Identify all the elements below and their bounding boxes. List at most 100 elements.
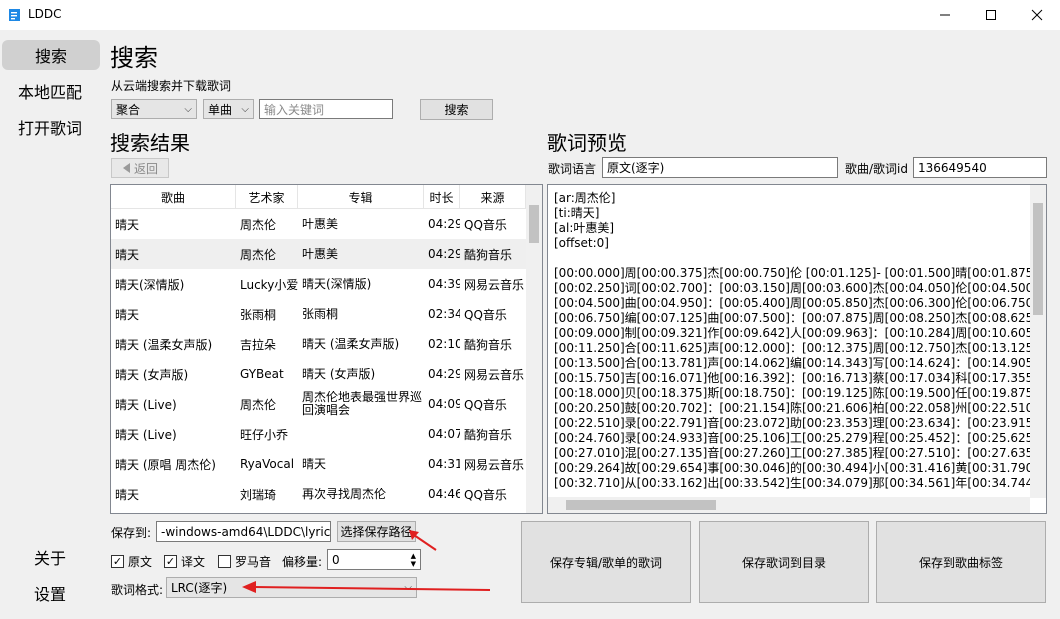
- title-bar: LDDC: [0, 0, 1060, 30]
- minimize-button[interactable]: [922, 0, 968, 30]
- keyword-input[interactable]: 输入关键词: [259, 99, 393, 119]
- back-button-label: 返回: [133, 161, 158, 176]
- sidebar-item-settings[interactable]: 设置: [0, 578, 100, 608]
- cell-artist: RyaVocal: [240, 457, 295, 471]
- cell-album: 叶惠美: [302, 247, 339, 261]
- offset-value: 0: [332, 552, 340, 567]
- results-scrollbar[interactable]: [526, 185, 542, 513]
- lyrics-format-value: LRC(逐字): [171, 581, 228, 595]
- song-id-label: 歌曲/歌词id: [845, 162, 908, 176]
- column-header-song[interactable]: 歌曲: [111, 185, 236, 209]
- table-row[interactable]: 晴天 周杰伦 叶惠美 04:29 QQ音乐: [111, 209, 526, 239]
- table-row[interactable]: 晴天 (女声版) GYBeat 晴天 (女声版) 04:29 网易云音乐: [111, 359, 526, 389]
- column-header-duration[interactable]: 时长: [424, 185, 460, 209]
- cell-artist: 张雨桐: [240, 307, 277, 322]
- cell-duration: 02:10: [428, 337, 460, 351]
- annotation-arrow: [242, 581, 491, 593]
- table-body: 晴天 周杰伦 叶惠美 04:29 QQ音乐 晴天 周杰伦 叶惠美 04:29 酷狗音乐 晴天(深情版…: [111, 209, 526, 509]
- save-lyrics-to-directory-button[interactable]: 保存歌词到目录: [699, 521, 869, 603]
- cell-source: QQ音乐: [464, 397, 507, 412]
- annotation-arrow: [409, 530, 437, 551]
- checkbox-translation[interactable]: ✓ 译文: [164, 553, 205, 570]
- save-album-lyrics-button[interactable]: 保存专辑/歌单的歌词: [521, 521, 691, 603]
- cell-song: 晴天: [115, 307, 140, 322]
- search-button[interactable]: 搜索: [420, 99, 493, 120]
- source-select-value: 聚合: [116, 102, 141, 117]
- close-button[interactable]: [1014, 0, 1060, 30]
- lyrics-preview-box[interactable]: [ar:周杰伦] [ti:晴天] [al:叶惠美] [offset:0] [00…: [547, 184, 1047, 514]
- column-header-source[interactable]: 来源: [460, 185, 526, 209]
- save-to-song-tag-button[interactable]: 保存到歌曲标签: [876, 521, 1046, 603]
- checkbox-original-label: 原文: [128, 555, 153, 569]
- sidebar-item-search[interactable]: 搜索: [2, 40, 100, 70]
- cell-song: 晴天: [115, 247, 140, 262]
- type-select[interactable]: 单曲 ⌵: [203, 99, 254, 119]
- table-row[interactable]: 晴天 (温柔女声版) 吉拉朵 晴天 (温柔女声版) 02:10 酷狗音乐: [111, 329, 526, 359]
- sidebar-item-local-match[interactable]: 本地匹配: [0, 76, 100, 106]
- checkbox-original[interactable]: ✓ 原文: [111, 553, 152, 570]
- sidebar-item-open-lyrics[interactable]: 打开歌词: [0, 112, 100, 142]
- results-scrollbar-thumb[interactable]: [529, 205, 539, 243]
- back-arrow-icon: [122, 163, 130, 173]
- table-row[interactable]: 晴天 周杰伦 叶惠美 04:29 酷狗音乐: [111, 239, 526, 269]
- cell-artist: GYBeat: [240, 367, 284, 381]
- cell-duration: 04:09: [428, 397, 460, 411]
- cell-duration: 02:34: [428, 307, 460, 321]
- maximize-button[interactable]: [968, 0, 1014, 30]
- lyrics-vertical-scrollbar[interactable]: [1030, 185, 1046, 498]
- lyrics-language-field[interactable]: 原文(逐字): [602, 157, 838, 178]
- cell-artist: 周杰伦: [240, 247, 277, 262]
- cell-duration: 04:07: [428, 427, 460, 441]
- cell-duration: 04:29: [428, 367, 460, 381]
- sidebar-item-about[interactable]: 关于: [0, 542, 100, 572]
- lyrics-vertical-scrollbar-thumb[interactable]: [1033, 203, 1043, 315]
- close-icon: [1031, 9, 1043, 21]
- save-path-input[interactable]: -windows-amd64\LDDC\lyrics: [156, 521, 331, 542]
- checkbox-empty: [218, 555, 231, 568]
- back-button[interactable]: 返回: [111, 158, 169, 178]
- results-table: 歌曲 艺术家 专辑 时长 来源 晴天 周杰伦 叶惠美 04:29 QQ音乐 晴天 周杰伦 叶惠…: [110, 184, 543, 514]
- table-row[interactable]: 晴天(深情版) Lucky小爱 晴天(深情版) 04:39 网易云音乐: [111, 269, 526, 299]
- cell-song: 晴天 (女声版): [115, 367, 189, 382]
- save-path-value: -windows-amd64\LDDC\lyrics: [161, 524, 331, 539]
- cell-duration: 04:29: [428, 247, 460, 261]
- cell-song: 晴天: [115, 217, 140, 232]
- table-row[interactable]: 晴天 (Live) 周杰伦 周杰伦地表最强世界巡回演唱会 04:09 QQ音乐: [111, 389, 526, 419]
- checkbox-romaji[interactable]: 罗马音: [218, 553, 271, 570]
- cell-duration: 04:29: [428, 217, 460, 231]
- cell-artist: 周杰伦: [240, 217, 277, 232]
- cell-song: 晴天 (温柔女声版): [115, 337, 213, 352]
- cell-artist: 周杰伦: [240, 397, 277, 412]
- column-header-artist[interactable]: 艺术家: [236, 185, 298, 209]
- cell-album: 张雨桐: [302, 307, 339, 321]
- lyrics-text: [ar:周杰伦] [ti:晴天] [al:叶惠美] [offset:0] [00…: [554, 191, 1030, 490]
- column-header-album[interactable]: 专辑: [298, 185, 424, 209]
- table-row[interactable]: 晴天 (Live) 旺仔小乔 04:07 酷狗音乐: [111, 419, 526, 449]
- song-id-field[interactable]: 136649540: [913, 157, 1047, 178]
- chevron-down-icon: ⌵: [241, 103, 249, 115]
- cell-source: 酷狗音乐: [464, 247, 513, 262]
- cell-song: 晴天 (原唱 周杰伦): [115, 457, 216, 472]
- cell-album: 晴天 (温柔女声版): [302, 337, 400, 351]
- table-row[interactable]: 晴天 刘瑞琦 再次寻找周杰伦 04:46 QQ音乐: [111, 479, 526, 509]
- cell-source: 网易云音乐: [464, 277, 525, 292]
- cell-duration: 04:31: [428, 457, 460, 471]
- table-row[interactable]: 晴天 (原唱 周杰伦) RyaVocal 晴天 04:31 网易云音乐: [111, 449, 526, 479]
- preview-title: 歌词预览: [547, 131, 627, 155]
- lyrics-language-value: 原文(逐字): [607, 161, 665, 175]
- lyrics-horizontal-scrollbar-thumb[interactable]: [566, 500, 716, 510]
- save-to-label: 保存到:: [111, 526, 152, 540]
- check-icon: ✓: [164, 555, 177, 568]
- table-row[interactable]: 晴天 张雨桐 张雨桐 02:34 QQ音乐: [111, 299, 526, 329]
- source-select[interactable]: 聚合 ⌵: [111, 99, 197, 119]
- cell-source: 酷狗音乐: [464, 427, 513, 442]
- window-title: LDDC: [28, 7, 62, 21]
- lyrics-horizontal-scrollbar[interactable]: [548, 497, 1030, 513]
- cell-duration: 04:39: [428, 277, 460, 291]
- song-id-value: 136649540: [918, 160, 987, 175]
- keyword-placeholder: 输入关键词: [264, 102, 325, 117]
- cell-song: 晴天 (Live): [115, 427, 177, 442]
- checkbox-romaji-label: 罗马音: [235, 555, 272, 569]
- cell-artist: 吉拉朵: [240, 337, 277, 352]
- cell-source: 网易云音乐: [464, 367, 525, 382]
